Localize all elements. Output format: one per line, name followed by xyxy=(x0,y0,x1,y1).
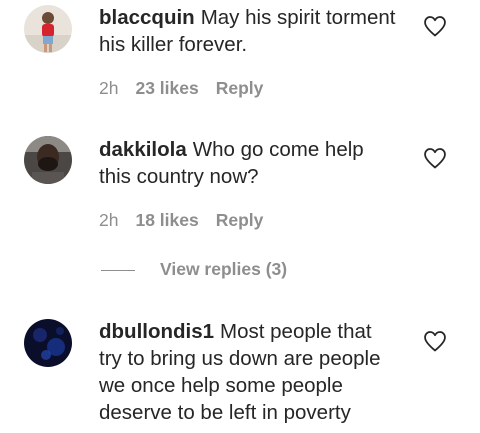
comment-username[interactable]: dakkilola xyxy=(99,138,187,161)
reply-button[interactable]: Reply xyxy=(216,210,264,230)
comment-text: blaccquin May his spirit torment his kill… xyxy=(99,4,399,58)
comment-text: dakkilola Who go come help this country n… xyxy=(99,136,399,190)
divider-line xyxy=(101,269,135,271)
avatar-image xyxy=(24,136,72,184)
avatar[interactable] xyxy=(24,136,72,184)
comment-time: 2h xyxy=(99,78,119,98)
heart-icon[interactable] xyxy=(423,147,447,169)
reply-button[interactable]: Reply xyxy=(216,78,264,98)
avatar-image xyxy=(24,319,72,367)
avatar[interactable] xyxy=(24,319,72,367)
heart-icon[interactable] xyxy=(423,15,447,37)
comment-username[interactable]: blaccquin xyxy=(99,6,195,29)
heart-icon[interactable] xyxy=(423,330,447,352)
comment-meta: 2h 18 likes Reply xyxy=(99,210,280,234)
comment-likes[interactable]: 18 likes xyxy=(135,210,198,230)
comment-likes[interactable]: 23 likes xyxy=(135,78,198,98)
comment-text: dbullondis1 Most people that try to bring… xyxy=(99,318,399,426)
avatar-image xyxy=(24,5,72,53)
comment-meta: 2h 23 likes Reply xyxy=(99,78,280,102)
comment-username[interactable]: dbullondis1 xyxy=(99,320,214,343)
view-replies-button[interactable]: View replies (3) xyxy=(101,259,287,283)
avatar[interactable] xyxy=(24,5,72,53)
comment-time: 2h xyxy=(99,210,119,230)
view-replies-label: View replies (3) xyxy=(160,259,288,279)
